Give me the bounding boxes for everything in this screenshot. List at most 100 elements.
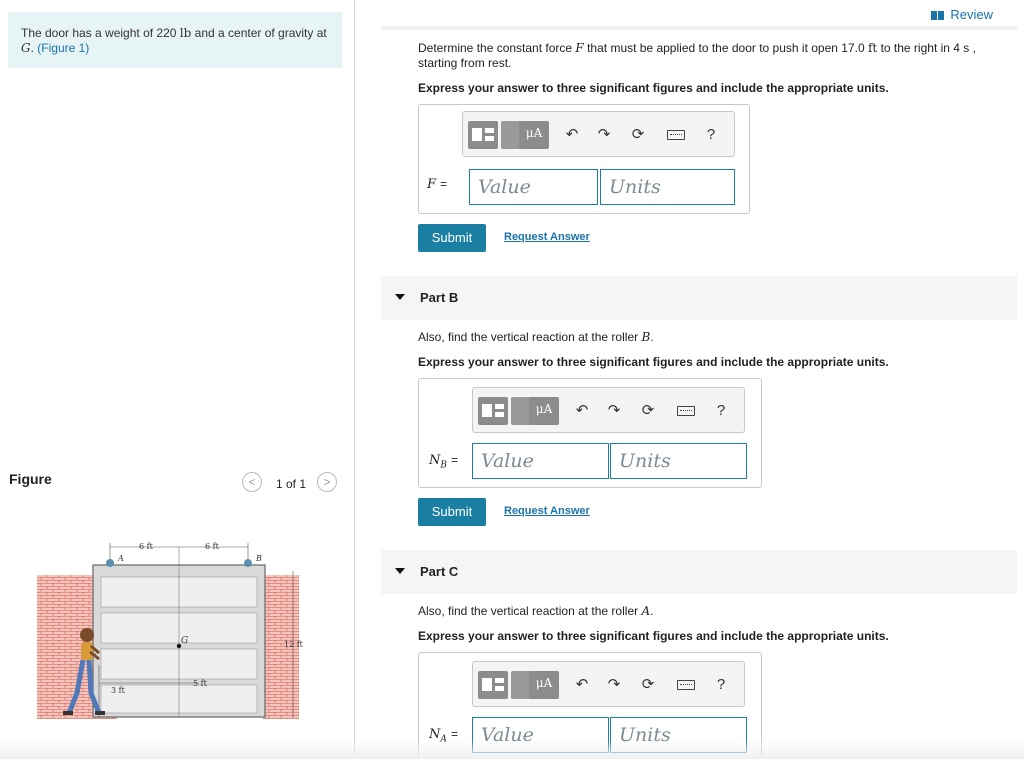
help-icon[interactable]: ?: [711, 675, 731, 695]
redo-icon[interactable]: ↷: [604, 675, 624, 695]
question-var: F: [575, 41, 584, 55]
part-a-answer-box: μA ↶ ↷ ⟳ ? F = Value Units: [418, 104, 750, 214]
equals-sign: =: [451, 453, 459, 467]
redo-icon[interactable]: ↷: [594, 125, 614, 145]
question-text: that must be applied to the door to push…: [587, 41, 865, 55]
question-text: .: [650, 604, 654, 618]
dim-label: 5 ft: [193, 679, 208, 688]
top-bar: Review: [381, 0, 1017, 30]
part-a-instruction: Express your answer to three significant…: [418, 81, 889, 95]
figure-pager: < 1 of 1 >: [242, 472, 342, 494]
var-symbol: N: [429, 453, 441, 468]
units-button[interactable]: μA: [529, 397, 559, 425]
door-figure: 6 ft 6 ft A B 12 ft G 5 ft 3 ft C: [37, 542, 304, 719]
question-text: Determine the constant force: [418, 41, 573, 55]
mu-icon: μA: [535, 402, 553, 416]
units-input[interactable]: Units: [600, 169, 735, 205]
reset-icon[interactable]: ⟳: [628, 125, 648, 145]
undo-icon[interactable]: ↶: [572, 401, 592, 421]
review-link[interactable]: Review: [931, 7, 993, 22]
roller-a: [106, 559, 114, 567]
units-button[interactable]: μA: [519, 121, 549, 149]
intro-text: The door has a weight of 220: [21, 26, 177, 40]
undo-icon[interactable]: ↶: [562, 125, 582, 145]
part-b-header[interactable]: Part B: [381, 276, 1017, 320]
redo-icon[interactable]: ↷: [604, 401, 624, 421]
bottom-fade: [0, 740, 1024, 759]
equals-sign: =: [440, 177, 448, 191]
part-c-header[interactable]: Part C: [381, 550, 1017, 594]
submit-button[interactable]: Submit: [418, 498, 486, 526]
part-b-answer-box: μA ↶ ↷ ⟳ ? NB = Value Units: [418, 378, 762, 488]
equation-toolbar: μA ↶ ↷ ⟳ ?: [462, 111, 735, 157]
intro-text: .: [30, 41, 34, 55]
point-label: A: [117, 554, 124, 563]
question-var: B: [641, 330, 651, 344]
undo-icon[interactable]: ↶: [572, 675, 592, 695]
keyboard-icon[interactable]: [677, 680, 695, 690]
templates-dropdown[interactable]: [511, 397, 531, 425]
pager-count: 1 of 1: [276, 477, 307, 491]
keyboard-icon[interactable]: [667, 130, 685, 140]
templates-button[interactable]: [468, 121, 498, 149]
part-a-question: Determine the constant force F that must…: [418, 41, 1018, 71]
templates-dropdown[interactable]: [511, 671, 531, 699]
intro-unit: lb: [179, 26, 192, 40]
book-icon: [931, 11, 945, 21]
point-label: G: [181, 636, 188, 646]
dim-label: 3 ft: [111, 686, 126, 695]
keyboard-icon[interactable]: [677, 406, 695, 416]
review-label: Review: [950, 7, 993, 22]
problem-statement: The door has a weight of 220 lb and a ce…: [8, 12, 342, 68]
equals-sign: =: [451, 727, 459, 741]
intro-point: G: [21, 41, 31, 55]
collapse-triangle-icon[interactable]: [395, 568, 405, 574]
next-figure-button[interactable]: >: [317, 472, 337, 492]
question-text: to the right in 4 s ,: [880, 41, 976, 55]
question-var: A: [641, 604, 651, 618]
units-button[interactable]: μA: [529, 671, 559, 699]
part-title: Part B: [420, 290, 459, 305]
part-b-instruction: Express your answer to three significant…: [418, 355, 889, 369]
value-input[interactable]: Value: [469, 169, 598, 205]
collapse-triangle-icon[interactable]: [395, 294, 405, 300]
submit-button[interactable]: Submit: [418, 224, 486, 252]
part-c-instruction: Express your answer to three significant…: [418, 629, 889, 643]
question-text: .: [650, 330, 654, 344]
variable-label: F =: [427, 177, 447, 192]
request-answer-link[interactable]: Request Answer: [504, 505, 590, 517]
equation-toolbar: μA ↶ ↷ ⟳ ?: [472, 661, 745, 707]
templates-dropdown[interactable]: [501, 121, 521, 149]
question-unit: ft: [867, 41, 878, 55]
request-answer-link[interactable]: Request Answer: [504, 231, 590, 243]
question-text: Also, find the vertical reaction at the …: [418, 330, 639, 344]
dim-label: 12 ft: [284, 640, 304, 649]
help-icon[interactable]: ?: [711, 401, 731, 421]
mu-icon: μA: [535, 676, 553, 690]
part-c-question: Also, find the vertical reaction at the …: [418, 604, 653, 619]
var-subscript: B: [440, 460, 447, 471]
figure-link[interactable]: (Figure 1): [37, 41, 89, 55]
intro-text: and a center of gravity at: [194, 26, 327, 40]
right-panel: Review Determine the constant force F th…: [381, 0, 1024, 759]
equation-toolbar: μA ↶ ↷ ⟳ ?: [472, 387, 745, 433]
units-input[interactable]: Units: [610, 443, 747, 479]
figure-label: Figure: [9, 471, 52, 487]
point-label: B: [255, 554, 262, 563]
var-symbol: F: [427, 177, 437, 192]
variable-label: NB =: [429, 453, 458, 471]
reset-icon[interactable]: ⟳: [638, 675, 658, 695]
templates-button[interactable]: [478, 397, 508, 425]
mu-icon: μA: [525, 126, 543, 140]
part-title: Part C: [420, 564, 459, 579]
prev-figure-button[interactable]: <: [242, 472, 262, 492]
value-input[interactable]: Value: [472, 443, 609, 479]
left-panel: The door has a weight of 220 lb and a ce…: [0, 0, 355, 759]
templates-button[interactable]: [478, 671, 508, 699]
reset-icon[interactable]: ⟳: [638, 401, 658, 421]
part-b-question: Also, find the vertical reaction at the …: [418, 330, 654, 345]
help-icon[interactable]: ?: [701, 125, 721, 145]
question-text: starting from rest.: [418, 56, 512, 70]
dim-label: 6 ft: [205, 542, 220, 551]
question-text: Also, find the vertical reaction at the …: [418, 604, 639, 618]
